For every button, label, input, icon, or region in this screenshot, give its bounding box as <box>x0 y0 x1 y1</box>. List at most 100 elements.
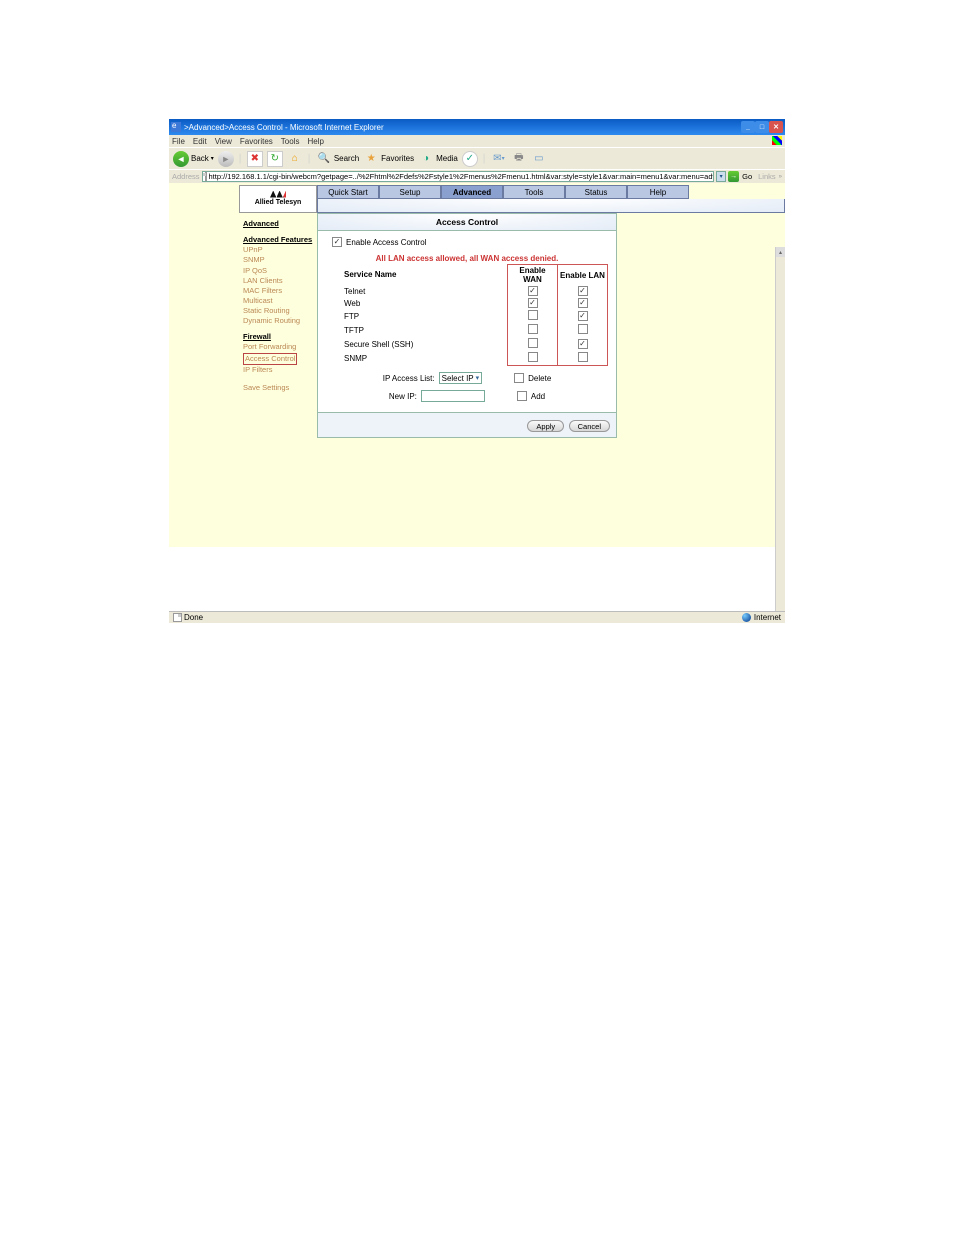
panel-body: Enable Access Control All LAN access all… <box>317 231 617 413</box>
nav-lanclients[interactable]: LAN Clients <box>243 276 313 286</box>
enable-wan-checkbox[interactable] <box>528 310 538 320</box>
menu-tools[interactable]: Tools <box>281 137 300 146</box>
search-button[interactable]: 🔍 Search <box>316 151 359 167</box>
back-button[interactable]: ◄ Back ▾ <box>173 151 214 167</box>
scroll-up-icon[interactable]: ▴ <box>776 247 785 257</box>
nav-savesettings[interactable]: Save Settings <box>243 383 313 393</box>
close-button[interactable]: ✕ <box>769 121 783 133</box>
newip-label: New IP: <box>389 392 417 401</box>
menu-edit[interactable]: Edit <box>193 137 207 146</box>
media-label: Media <box>436 154 458 163</box>
status-page-icon <box>173 613 182 622</box>
favorites-label: Favorites <box>381 154 414 163</box>
service-name: TFTP <box>326 323 508 337</box>
history-button[interactable]: ✓ <box>462 151 478 167</box>
enable-wan-checkbox[interactable] <box>528 338 538 348</box>
nav-accesscontrol[interactable]: Access Control <box>243 353 297 365</box>
enable-lan-checkbox[interactable] <box>578 352 588 362</box>
menu-help[interactable]: Help <box>307 137 323 146</box>
service-name: FTP <box>326 309 508 323</box>
select-arrow-icon: ▾ <box>476 374 480 382</box>
tab-status[interactable]: Status <box>565 185 627 199</box>
enable-wan-checkbox[interactable] <box>528 298 538 308</box>
enable-lan-checkbox[interactable] <box>578 324 588 334</box>
panel-title: Access Control <box>317 213 617 231</box>
address-input[interactable]: http://192.168.1.1/cgi-bin/webcm?getpage… <box>202 171 715 182</box>
service-row: Secure Shell (SSH) <box>326 337 608 351</box>
router-tabs: Quick Start Setup Advanced Tools Status … <box>317 185 785 199</box>
service-name: SNMP <box>326 351 508 366</box>
links-label[interactable]: Links <box>758 172 776 181</box>
links-chevron-icon[interactable]: » <box>779 174 782 180</box>
page-content: Allied Telesyn Quick Start Setup Advance… <box>169 183 785 547</box>
address-label: Address <box>172 172 200 181</box>
home-button[interactable]: ⌂ <box>287 151 303 167</box>
delete-label: Delete <box>528 374 551 383</box>
tab-setup[interactable]: Setup <box>379 185 441 199</box>
mail-button[interactable]: ✉▾ <box>491 151 507 167</box>
status-zone: Internet <box>754 613 781 622</box>
hdr-service: Service Name <box>326 265 508 286</box>
service-name: Secure Shell (SSH) <box>326 337 508 351</box>
enable-lan-checkbox[interactable] <box>578 298 588 308</box>
go-button[interactable]: → <box>728 171 739 182</box>
nav-staticrouting[interactable]: Static Routing <box>243 306 313 316</box>
hdr-enable-wan: Enable WAN <box>508 265 558 286</box>
nav-multicast[interactable]: Multicast <box>243 296 313 306</box>
media-button[interactable]: ◑ Media <box>418 151 458 167</box>
maximize-button[interactable]: □ <box>755 121 769 133</box>
nav-snmp[interactable]: SNMP <box>243 255 313 265</box>
windows-flag-icon <box>772 136 782 145</box>
newip-input[interactable] <box>421 390 485 402</box>
nav-macfilters[interactable]: MAC Filters <box>243 286 313 296</box>
favorites-button[interactable]: ★ Favorites <box>363 151 414 167</box>
enable-lan-checkbox[interactable] <box>578 311 588 321</box>
enable-access-checkbox[interactable] <box>332 237 342 247</box>
enable-lan-checkbox[interactable] <box>578 286 588 296</box>
address-url: http://192.168.1.1/cgi-bin/webcm?getpage… <box>209 172 715 181</box>
hdr-enable-lan: Enable LAN <box>558 265 608 286</box>
cancel-button[interactable]: Cancel <box>569 420 610 432</box>
nav-ipfilters[interactable]: IP Filters <box>243 365 313 375</box>
brand-text: Allied Telesyn <box>255 193 302 206</box>
menu-favorites[interactable]: Favorites <box>240 137 273 146</box>
ipaccess-select[interactable]: Select IP ▾ <box>439 372 483 384</box>
access-warning: All LAN access allowed, all WAN access d… <box>326 251 608 264</box>
tab-advanced[interactable]: Advanced <box>441 185 503 199</box>
tab-tools[interactable]: Tools <box>503 185 565 199</box>
service-row: SNMP <box>326 351 608 366</box>
enable-lan-checkbox[interactable] <box>578 339 588 349</box>
nav-dynamicrouting[interactable]: Dynamic Routing <box>243 316 313 326</box>
service-name: Telnet <box>326 285 508 297</box>
enable-wan-checkbox[interactable] <box>528 286 538 296</box>
tab-quickstart[interactable]: Quick Start <box>317 185 379 199</box>
enable-wan-checkbox[interactable] <box>528 324 538 334</box>
nav-ipqos[interactable]: IP QoS <box>243 266 313 276</box>
forward-button[interactable]: ► <box>218 151 234 167</box>
minimize-button[interactable]: _ <box>741 121 755 133</box>
print-button[interactable]: 🖶 <box>511 151 527 167</box>
enable-wan-checkbox[interactable] <box>528 352 538 362</box>
menu-file[interactable]: File <box>172 137 185 146</box>
menu-view[interactable]: View <box>215 137 232 146</box>
left-nav: Advanced Advanced Features UPnP SNMP IP … <box>239 213 317 438</box>
back-dropdown-icon[interactable]: ▾ <box>211 155 214 162</box>
search-icon: 🔍 <box>316 151 332 167</box>
vertical-scrollbar[interactable]: ▴ <box>775 247 785 611</box>
add-checkbox[interactable] <box>517 391 527 401</box>
delete-checkbox[interactable] <box>514 373 524 383</box>
window-titlebar: >Advanced>Access Control - Microsoft Int… <box>169 119 785 135</box>
edit-button[interactable]: ▭ <box>531 151 547 167</box>
go-label: Go <box>742 172 752 181</box>
nav-portforwarding[interactable]: Port Forwarding <box>243 342 313 352</box>
refresh-button[interactable]: ↻ <box>267 151 283 167</box>
nav-section-advfeat: Advanced Features <box>243 235 313 245</box>
apply-button[interactable]: Apply <box>527 420 564 432</box>
internet-zone-icon <box>742 613 751 622</box>
nav-upnp[interactable]: UPnP <box>243 245 313 255</box>
address-dropdown-icon[interactable]: ▾ <box>716 171 726 182</box>
stop-button[interactable]: ✖ <box>247 151 263 167</box>
service-row: Web <box>326 297 608 309</box>
tab-help[interactable]: Help <box>627 185 689 199</box>
address-bar: Address http://192.168.1.1/cgi-bin/webcm… <box>169 169 785 183</box>
